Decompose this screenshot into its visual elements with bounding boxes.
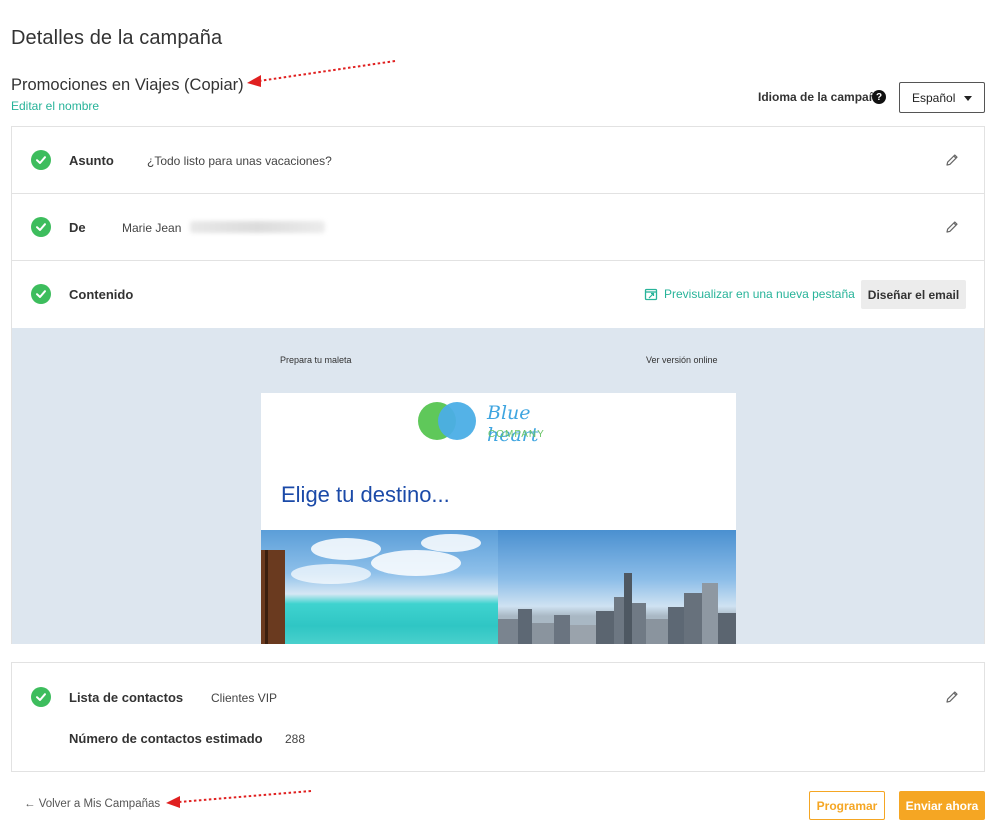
pencil-icon[interactable] bbox=[945, 220, 959, 234]
from-row: De Marie Jean bbox=[12, 194, 984, 261]
from-email-redacted bbox=[190, 221, 325, 233]
email-online-version-link: Ver versión online bbox=[646, 355, 718, 365]
check-icon bbox=[31, 284, 51, 304]
email-body: Blue heart COMPANY Elige tu destino... bbox=[261, 393, 736, 644]
subject-row: Asunto ¿Todo listo para unas vacaciones? bbox=[12, 127, 984, 194]
estimated-contacts-value: 288 bbox=[285, 732, 306, 746]
schedule-button[interactable]: Programar bbox=[809, 791, 885, 820]
help-icon[interactable]: ? bbox=[872, 90, 886, 104]
email-preview: Prepara tu maleta Ver versión online Blu… bbox=[12, 328, 984, 644]
pencil-icon[interactable] bbox=[945, 690, 959, 704]
chevron-down-icon bbox=[964, 96, 972, 101]
design-email-button[interactable]: Diseñar el email bbox=[861, 280, 966, 309]
preview-icon bbox=[644, 288, 658, 301]
language-label: Idioma de la campaña bbox=[758, 90, 883, 104]
annotation-arrow-top bbox=[247, 60, 396, 87]
subject-value: ¿Todo listo para unas vacaciones? bbox=[147, 154, 332, 168]
campaign-details-card: Asunto ¿Todo listo para unas vacaciones?… bbox=[11, 126, 985, 644]
pencil-icon[interactable] bbox=[945, 153, 959, 167]
email-preheader: Prepara tu maleta bbox=[280, 355, 352, 365]
edit-name-link[interactable]: Editar el nombre bbox=[11, 99, 99, 113]
content-row: Contenido Previsualizar en una nueva pes… bbox=[12, 261, 984, 328]
language-select[interactable]: Español bbox=[899, 82, 985, 113]
company-logo: Blue heart COMPANY bbox=[418, 400, 588, 446]
beach-image bbox=[261, 530, 498, 644]
estimated-contacts-label: Número de contactos estimado bbox=[69, 731, 263, 746]
check-icon bbox=[31, 217, 51, 237]
from-name: Marie Jean bbox=[122, 221, 182, 235]
preview-new-tab-link[interactable]: Previsualizar en una nueva pestaña bbox=[644, 287, 855, 301]
campaign-name: Promociones en Viajes (Copiar) bbox=[11, 76, 244, 94]
annotation-arrow-bottom bbox=[166, 790, 312, 808]
city-image bbox=[498, 530, 736, 644]
contact-list-label: Lista de contactos bbox=[69, 690, 184, 705]
check-icon bbox=[31, 687, 51, 707]
logo-subtext: COMPANY bbox=[488, 429, 545, 440]
send-now-button[interactable]: Enviar ahora bbox=[899, 791, 985, 820]
contacts-card: Lista de contactos Clientes VIP Número d… bbox=[11, 662, 985, 772]
content-label: Contenido bbox=[69, 287, 134, 302]
from-label: De bbox=[69, 220, 86, 235]
language-select-value: Español bbox=[912, 90, 956, 105]
back-to-campaigns-link[interactable]: ← Volver a Mis Campañas bbox=[24, 798, 160, 810]
email-headline: Elige tu destino... bbox=[281, 482, 450, 507]
subject-label: Asunto bbox=[69, 153, 114, 168]
preview-link-label: Previsualizar en una nueva pestaña bbox=[664, 287, 855, 301]
page-title: Detalles de la campaña bbox=[11, 27, 223, 49]
check-icon bbox=[31, 150, 51, 170]
contact-list-value: Clientes VIP bbox=[211, 691, 278, 705]
